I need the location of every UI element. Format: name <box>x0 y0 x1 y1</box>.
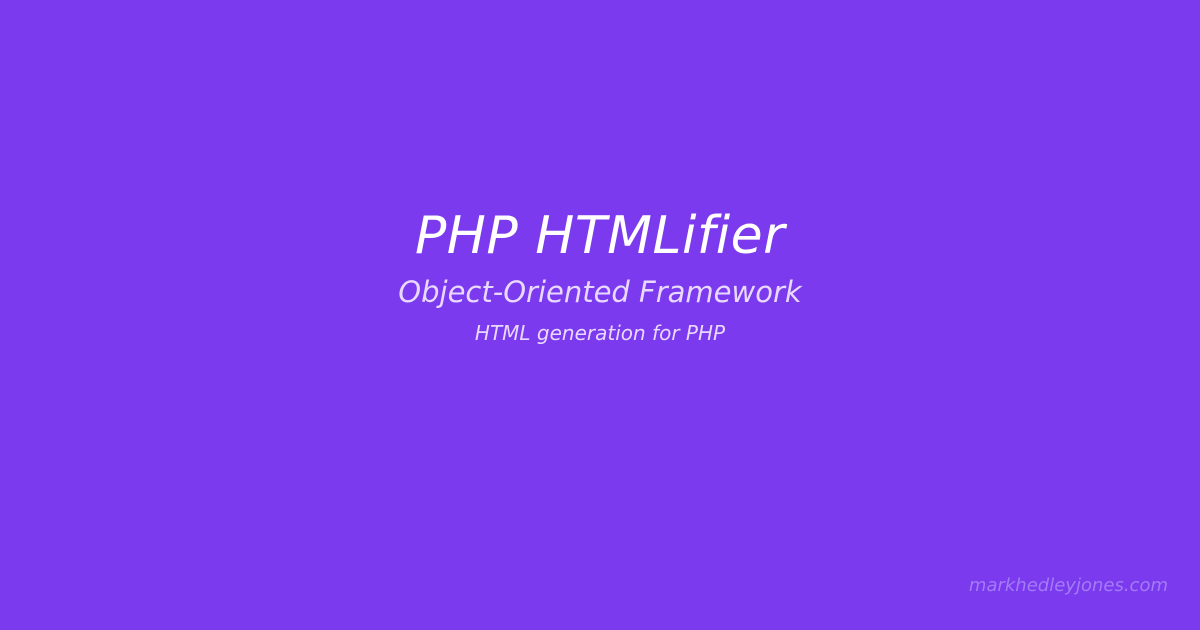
title-block: PHP HTMLifier Object-Oriented Framework … <box>0 200 1200 348</box>
site-footer-domain: markhedleyjones.com <box>968 575 1168 596</box>
page-subtitle: Object-Oriented Framework <box>398 275 802 309</box>
social-card: PHP HTMLifier Object-Oriented Framework … <box>0 0 1200 630</box>
page-tagline: HTML generation for PHP <box>474 321 726 345</box>
page-title: PHP HTMLifier <box>414 206 786 266</box>
